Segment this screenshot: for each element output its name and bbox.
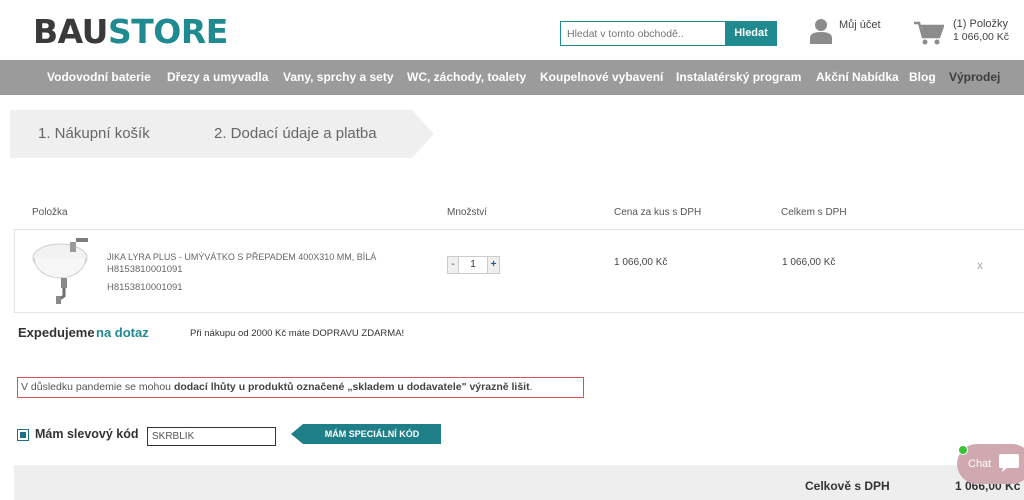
col-header-unit-price: Cena za kus s DPH bbox=[614, 207, 702, 218]
quantity-input[interactable]: 1 bbox=[459, 256, 487, 274]
chat-label[interactable]: Chat bbox=[968, 458, 991, 470]
unit-price: 1 066,00 Kč bbox=[614, 257, 668, 268]
logo-part1: BAU bbox=[33, 12, 108, 51]
qty-increase-button[interactable]: + bbox=[487, 256, 500, 274]
shipping-label: Expedujeme bbox=[18, 325, 95, 340]
discount-code-input[interactable] bbox=[147, 427, 276, 446]
nav-item-vyprodej[interactable]: Výprodej bbox=[949, 60, 1000, 95]
nav-item-instalatersky-program[interactable]: Instalatérský program bbox=[676, 60, 801, 95]
shipping-value: na dotaz bbox=[96, 325, 149, 340]
col-header-qty: Množství bbox=[447, 207, 488, 218]
search-button[interactable]: Hledat bbox=[725, 21, 777, 46]
notice-suffix: . bbox=[529, 381, 533, 393]
search-input[interactable] bbox=[560, 21, 726, 46]
nav-item-wc[interactable]: WC, záchody, toalety bbox=[407, 60, 526, 95]
user-icon bbox=[810, 19, 832, 44]
special-code-label: MÁM SPECIÁLNÍ KÓD bbox=[324, 429, 420, 439]
qty-decrease-button[interactable]: - bbox=[447, 256, 459, 274]
pandemic-notice: V důsledku pandemie se mohou dodací lhůt… bbox=[17, 377, 584, 398]
product-image[interactable] bbox=[30, 236, 94, 304]
product-code-secondary: H8153810001091 bbox=[107, 282, 183, 293]
nav-item-vany-sprchy[interactable]: Vany, sprchy a sety bbox=[283, 60, 394, 95]
line-total: 1 066,00 Kč bbox=[782, 257, 836, 268]
account-link[interactable]: Můj účet bbox=[810, 18, 890, 48]
logo-part2: STORE bbox=[107, 12, 228, 51]
logo[interactable]: BAUSTORE bbox=[33, 14, 228, 50]
cart-icon bbox=[914, 21, 944, 45]
page: BAUSTORE Hledat Můj účet (1) Položky 1 0… bbox=[0, 0, 1024, 500]
discount-label: Mám slevový kód bbox=[35, 427, 139, 441]
free-shipping-note: Při nákupu od 2000 Kč máte DOPRAVU ZDARM… bbox=[190, 328, 405, 339]
account-label: Můj účet bbox=[839, 19, 881, 31]
row-divider bbox=[14, 312, 1024, 313]
nav-item-koupelnove-vybaveni[interactable]: Koupelnové vybavení bbox=[540, 60, 663, 95]
chat-bubble-icon[interactable] bbox=[998, 452, 1020, 474]
step-delivery[interactable]: 2. Dodací údaje a platba bbox=[214, 125, 377, 142]
product-code: H8153810001091 bbox=[107, 264, 183, 275]
cart-link[interactable]: (1) Položky 1 066,00 Kč bbox=[914, 18, 1014, 48]
step-cart[interactable]: 1. Nákupní košík bbox=[38, 125, 150, 142]
discount-checkbox[interactable] bbox=[17, 429, 29, 441]
nav-item-blog[interactable]: Blog bbox=[909, 60, 936, 95]
cart-count: (1) Položky bbox=[953, 18, 1009, 30]
online-status-icon bbox=[958, 445, 968, 455]
row-divider bbox=[14, 229, 1024, 230]
notice-bold: dodací lhůty u produktů označené „sklade… bbox=[173, 381, 530, 393]
product-name[interactable]: JIKA LYRA PLUS - UMÝVÁTKO S PŘEPADEM 400… bbox=[107, 252, 376, 262]
main-nav: Vodovodní baterie Dřezy a umyvadla Vany,… bbox=[0, 60, 1024, 95]
col-header-item: Položka bbox=[32, 207, 68, 218]
remove-item-icon[interactable]: x bbox=[977, 258, 983, 272]
special-code-button[interactable]: MÁM SPECIÁLNÍ KÓD bbox=[291, 424, 441, 444]
notice-prefix: V důsledku pandemie se mohou bbox=[21, 381, 174, 393]
cart-total: 1 066,00 Kč bbox=[953, 31, 1010, 43]
col-header-total: Celkem s DPH bbox=[781, 207, 847, 218]
nav-item-akcni-nabidka[interactable]: Akční Nabídka bbox=[816, 60, 899, 95]
nav-item-drezy-a-umyvadla[interactable]: Dřezy a umyvadla bbox=[167, 60, 268, 95]
checkout-steps: 1. Nákupní košík 2. Dodací údaje a platb… bbox=[10, 110, 434, 158]
summary-label: Celkově s DPH bbox=[805, 479, 890, 493]
row-divider-left bbox=[14, 229, 15, 313]
nav-item-vodovodni-baterie[interactable]: Vodovodní baterie bbox=[47, 60, 151, 95]
